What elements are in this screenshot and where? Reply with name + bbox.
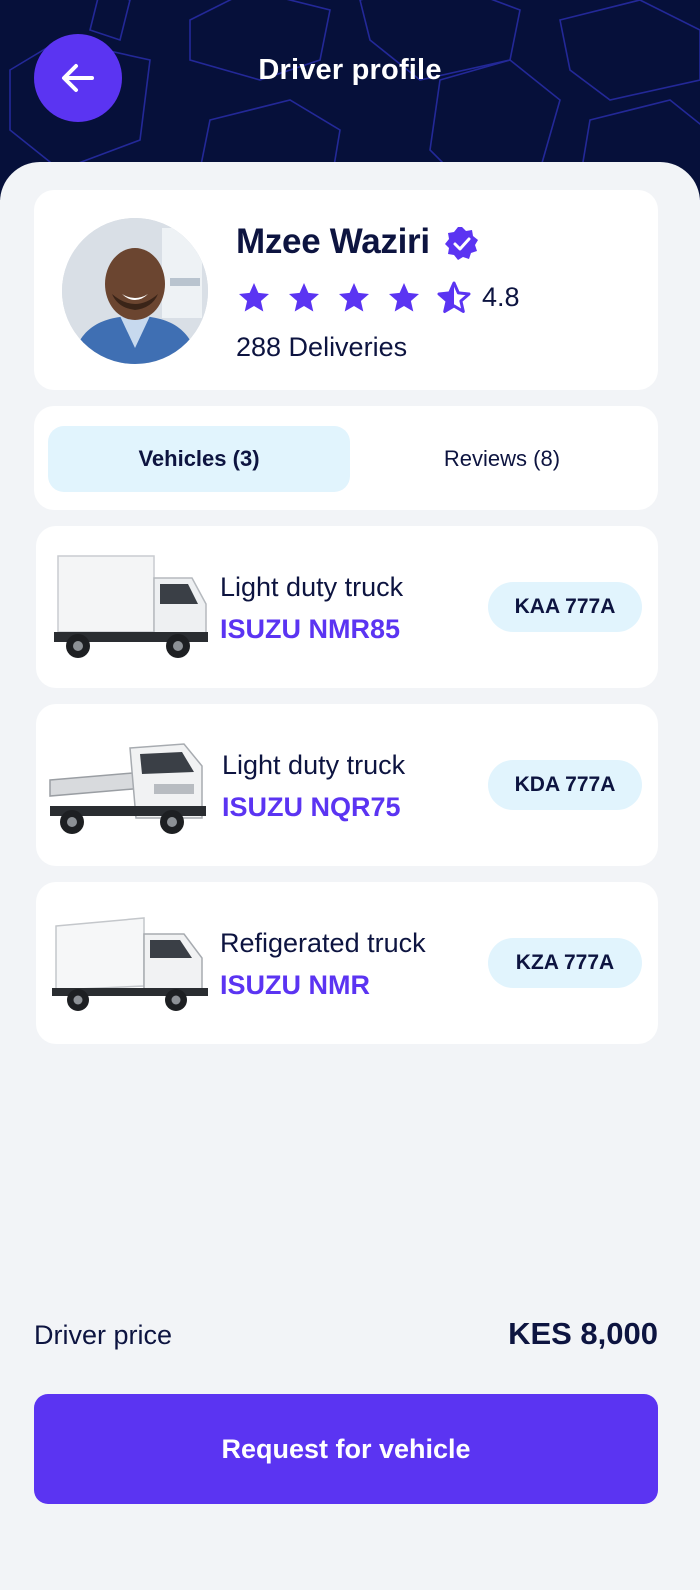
- driver-profile-card: Mzee Waziri 4.8 288 Deliveries: [34, 190, 658, 390]
- star-full-icon: [239, 283, 269, 312]
- driver-name: Mzee Waziri: [236, 222, 430, 261]
- star-full-icon: [339, 283, 369, 312]
- driver-photo: [62, 218, 208, 364]
- vehicle-card[interactable]: Refigerated truck ISUZU NMR KZA 777A: [36, 882, 658, 1044]
- star-half-icon: [437, 281, 471, 313]
- deliveries-count: 288 Deliveries: [236, 332, 408, 362]
- avatar: [62, 218, 208, 364]
- request-vehicle-button[interactable]: Request for vehicle: [34, 1394, 658, 1504]
- driver-price-label: Driver price: [34, 1320, 173, 1350]
- box-truck-image: [54, 555, 208, 658]
- driver-price-value: KES 8,000: [508, 1316, 658, 1351]
- rating-value: 4.8: [482, 282, 520, 312]
- plate-badge: KDA 777A: [488, 760, 642, 810]
- refrigerated-truck-image: [52, 917, 208, 1011]
- verified-badge-icon: [445, 227, 478, 260]
- vehicle-card[interactable]: Light duty truck ISUZU NMR85 KAA 777A: [36, 526, 658, 688]
- vehicle-type: Light duty truck: [222, 750, 406, 780]
- tab-reviews[interactable]: Reviews (8): [358, 426, 646, 492]
- tab-vehicles[interactable]: Vehicles (3): [48, 426, 350, 492]
- vehicle-model: ISUZU NMR: [220, 970, 370, 1000]
- plate-badge: KZA 777A: [488, 938, 642, 988]
- vehicle-model: ISUZU NQR75: [222, 792, 401, 822]
- page-title: Driver profile: [258, 54, 442, 86]
- vehicle-type: Refigerated truck: [220, 928, 426, 958]
- tabs-bar: Vehicles (3) Reviews (8): [34, 406, 658, 510]
- star-rating: [236, 280, 472, 316]
- vehicle-type: Light duty truck: [220, 572, 404, 602]
- star-full-icon: [389, 283, 419, 312]
- vehicle-card[interactable]: Light duty truck ISUZU NQR75 KDA 777A: [36, 704, 658, 866]
- vehicle-model: ISUZU NMR85: [220, 614, 401, 644]
- star-full-icon: [289, 283, 319, 312]
- flatbed-truck-image: [49, 743, 206, 834]
- plate-badge: KAA 777A: [488, 582, 642, 632]
